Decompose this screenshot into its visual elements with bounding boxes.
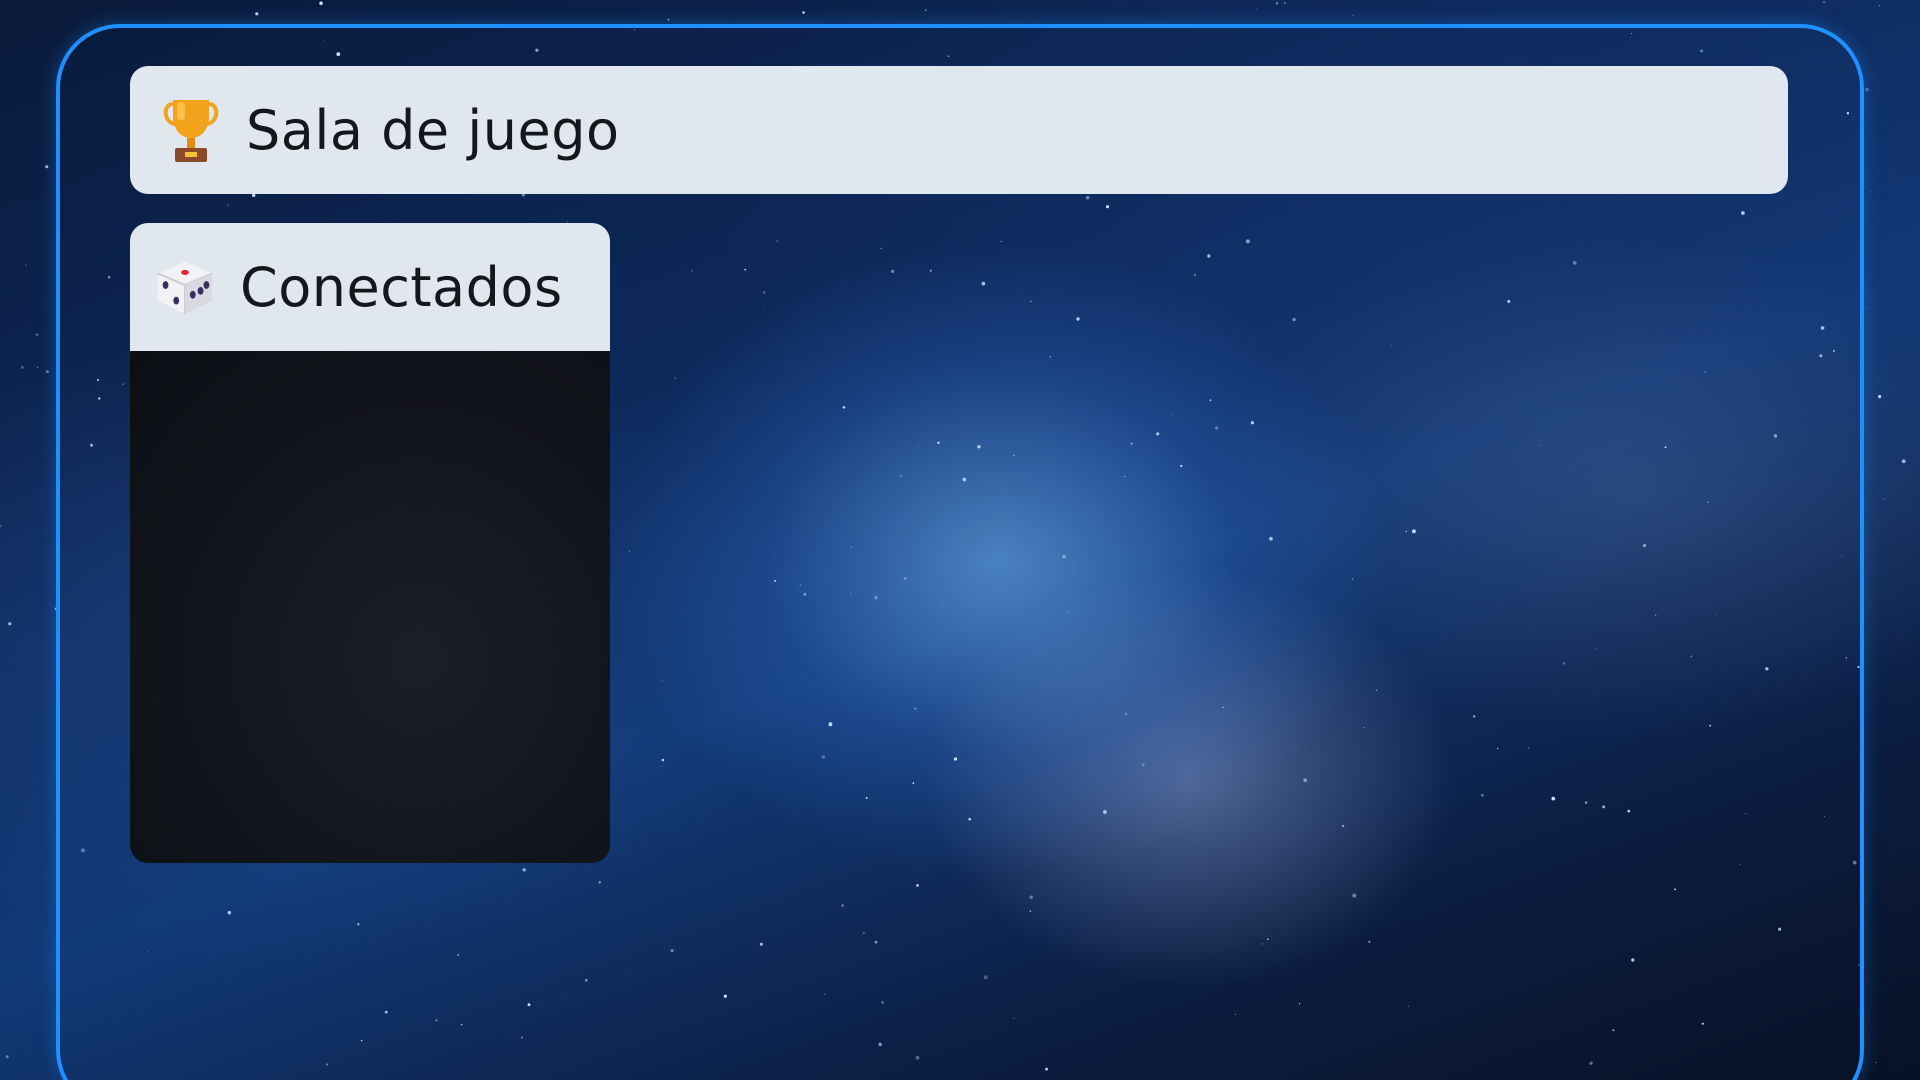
panel-title: Conectados — [240, 255, 563, 319]
star — [1883, 498, 1885, 500]
star — [45, 165, 49, 169]
star — [1870, 191, 1872, 193]
star — [1823, 1, 1825, 3]
star — [46, 370, 49, 373]
star — [8, 622, 12, 626]
star — [25, 264, 27, 266]
star — [1875, 1061, 1877, 1064]
star — [1878, 395, 1882, 399]
star — [5, 1055, 9, 1059]
star — [1901, 459, 1906, 464]
connected-players-panel: Conectados — [130, 223, 610, 863]
star — [20, 365, 24, 369]
star — [1256, 7, 1257, 9]
star — [1352, 15, 1354, 17]
star — [36, 366, 39, 368]
star — [1866, 307, 1868, 309]
dice-icon — [150, 252, 220, 322]
star — [1879, 5, 1881, 7]
star — [319, 1, 323, 5]
players-list[interactable] — [130, 351, 610, 863]
star — [255, 12, 259, 16]
star — [1865, 87, 1869, 92]
star — [667, 18, 670, 21]
page-title: Sala de juego — [246, 98, 620, 162]
star — [925, 9, 927, 11]
star — [0, 525, 2, 528]
trophy-icon — [156, 95, 226, 165]
star — [1275, 2, 1279, 5]
star — [1284, 2, 1286, 4]
game-room-screen: Sala de juego Conectados — [0, 0, 1920, 1080]
room-title-bar: Sala de juego — [130, 66, 1788, 194]
panel-header: Conectados — [130, 223, 610, 351]
star — [802, 11, 805, 14]
star — [35, 333, 39, 336]
